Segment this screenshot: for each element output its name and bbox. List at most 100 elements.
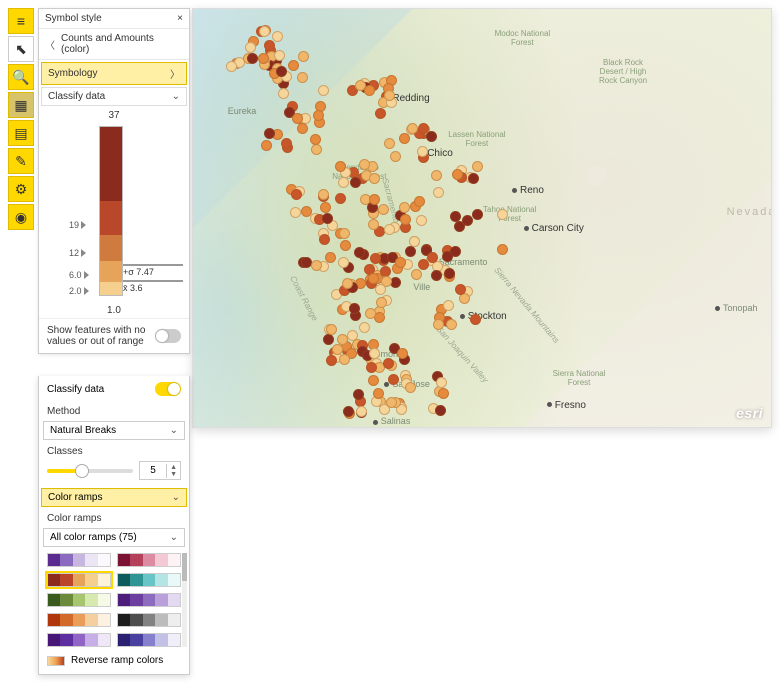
wand-tool[interactable]: ✎ — [8, 148, 34, 174]
data-point[interactable] — [409, 236, 420, 247]
data-point[interactable] — [342, 278, 353, 289]
ramp-swatch[interactable] — [117, 573, 181, 587]
data-point[interactable] — [288, 60, 299, 71]
data-point[interactable] — [297, 123, 308, 134]
data-point[interactable] — [426, 131, 437, 142]
data-point[interactable] — [468, 173, 479, 184]
data-point[interactable] — [292, 113, 303, 124]
tick-19[interactable]: 19 — [69, 220, 86, 230]
data-point[interactable] — [261, 140, 272, 151]
settings-tool[interactable]: ⚙ — [8, 176, 34, 202]
data-point[interactable] — [416, 215, 427, 226]
data-point[interactable] — [335, 161, 346, 172]
ramp-scrollbar[interactable] — [182, 553, 187, 647]
data-point[interactable] — [318, 85, 329, 96]
tick-2[interactable]: 2.0 — [69, 286, 89, 296]
data-point[interactable] — [291, 189, 302, 200]
data-point[interactable] — [340, 240, 351, 251]
data-point[interactable] — [417, 146, 428, 157]
data-point[interactable] — [311, 260, 322, 271]
data-point[interactable] — [310, 134, 321, 145]
step-up[interactable]: ▲ — [167, 464, 180, 471]
data-point[interactable] — [318, 189, 329, 200]
data-point[interactable] — [368, 219, 379, 230]
classes-stepper[interactable]: ▲▼ — [139, 461, 181, 480]
data-point[interactable] — [368, 375, 379, 386]
ramp-swatch[interactable] — [47, 553, 111, 567]
data-point[interactable] — [276, 66, 287, 77]
data-point[interactable] — [338, 177, 349, 188]
data-point[interactable] — [388, 374, 399, 385]
data-point[interactable] — [326, 355, 337, 366]
ramps-filter-select[interactable]: All color ramps (75) ⌄ — [43, 528, 185, 547]
data-point[interactable] — [339, 354, 350, 365]
data-point[interactable] — [399, 133, 410, 144]
data-point[interactable] — [438, 388, 449, 399]
data-point[interactable] — [405, 382, 416, 393]
data-point[interactable] — [258, 53, 269, 64]
tick-12[interactable]: 12 — [69, 248, 86, 258]
data-point[interactable] — [370, 253, 381, 264]
data-point[interactable] — [247, 53, 258, 64]
data-point[interactable] — [290, 207, 301, 218]
menu-button[interactable]: ≡ — [8, 8, 34, 34]
ramp-swatch[interactable] — [117, 553, 181, 567]
data-point[interactable] — [354, 247, 365, 258]
map-canvas[interactable]: ReddingChicoRenoCarson CitySacramentoVil… — [192, 8, 772, 428]
data-point[interactable] — [274, 50, 285, 61]
class-ramp[interactable] — [99, 126, 123, 296]
step-down[interactable]: ▼ — [167, 471, 180, 478]
data-point[interactable] — [375, 284, 386, 295]
data-point[interactable] — [272, 31, 283, 42]
data-point[interactable] — [455, 284, 466, 295]
classify-toggle[interactable] — [155, 382, 181, 396]
data-point[interactable] — [433, 187, 444, 198]
classes-slider[interactable] — [47, 469, 133, 473]
data-point[interactable] — [390, 151, 401, 162]
ramp-swatch[interactable] — [47, 613, 111, 627]
data-point[interactable] — [339, 228, 350, 239]
search-tool[interactable]: 🔍 — [8, 64, 34, 90]
data-point[interactable] — [335, 193, 346, 204]
user-tool[interactable]: ◉ — [8, 204, 34, 230]
data-point[interactable] — [400, 214, 411, 225]
ramp-swatch[interactable] — [117, 633, 181, 647]
ramp-swatch[interactable] — [117, 613, 181, 627]
ramp-swatch[interactable] — [47, 593, 111, 607]
data-point[interactable] — [359, 159, 370, 170]
data-point[interactable] — [313, 110, 324, 121]
data-point[interactable] — [356, 406, 367, 417]
close-icon[interactable]: × — [177, 13, 183, 24]
symbology-section[interactable]: Symbology 〉 — [41, 62, 187, 85]
data-point[interactable] — [405, 246, 416, 257]
ramp-swatch[interactable] — [47, 573, 111, 587]
data-point[interactable] — [384, 90, 395, 101]
ramp-swatch[interactable] — [117, 593, 181, 607]
data-point[interactable] — [323, 334, 334, 345]
tick-6[interactable]: 6.0 — [69, 270, 89, 280]
data-point[interactable] — [418, 259, 429, 270]
classify-data-top-section[interactable]: Classify data ⌄ — [41, 87, 187, 106]
data-point[interactable] — [350, 177, 361, 188]
data-point[interactable] — [407, 123, 418, 134]
panel-breadcrumb[interactable]: 〈 Counts and Amounts (color) — [39, 29, 189, 60]
data-point[interactable] — [343, 406, 354, 417]
classes-input[interactable] — [140, 462, 166, 479]
data-point[interactable] — [264, 128, 275, 139]
ramp-swatch[interactable] — [47, 633, 111, 647]
pointer-tool[interactable]: ⬉ — [8, 36, 34, 62]
reverse-ramp-row[interactable]: Reverse ramp colors — [39, 651, 189, 674]
no-values-toggle[interactable] — [155, 329, 181, 343]
data-point[interactable] — [497, 209, 508, 220]
method-select[interactable]: Natural Breaks ⌄ — [43, 421, 185, 440]
layers-tool[interactable]: ▤ — [8, 120, 34, 146]
data-point[interactable] — [245, 42, 256, 53]
back-icon[interactable]: 〈 — [45, 37, 55, 52]
grid-tool[interactable]: ▦ — [8, 92, 34, 118]
data-point[interactable] — [497, 244, 508, 255]
data-point[interactable] — [301, 206, 312, 217]
color-ramps-section[interactable]: Color ramps ⌄ — [41, 488, 187, 507]
data-point[interactable] — [319, 234, 330, 245]
data-point[interactable] — [395, 257, 406, 268]
data-point[interactable] — [472, 161, 483, 172]
